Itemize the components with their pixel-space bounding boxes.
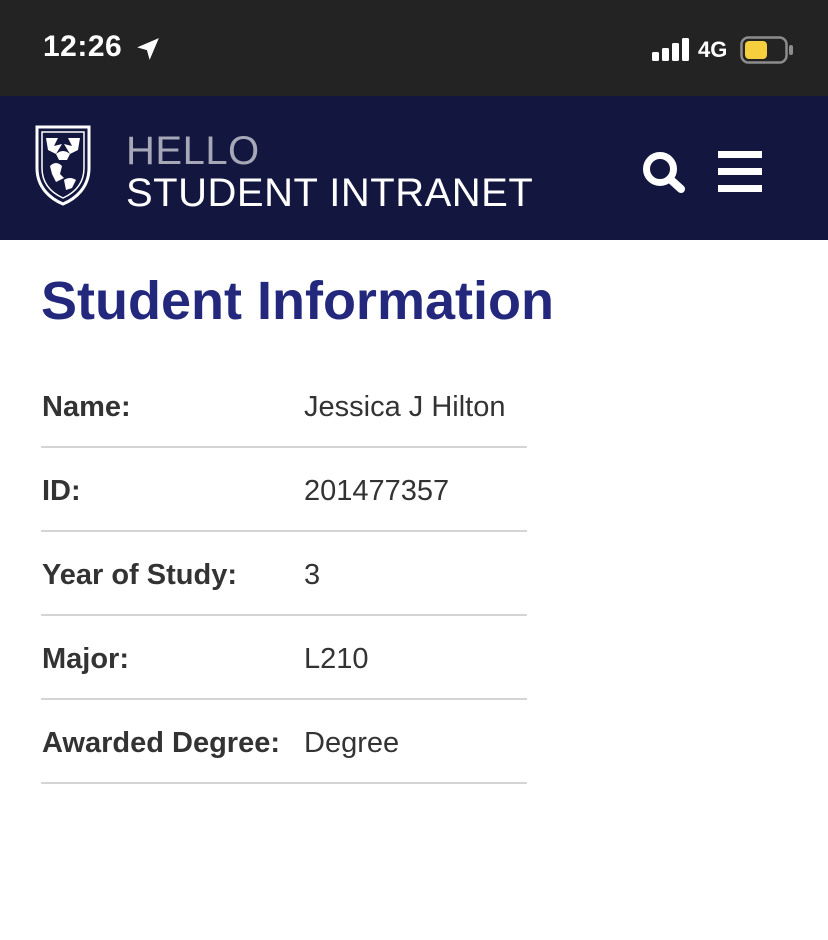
page-title: Student Information xyxy=(41,271,554,331)
student-info-table: Name: Jessica J Hilton ID: 201477357 Yea… xyxy=(41,364,527,784)
crest-icon[interactable] xyxy=(34,124,92,206)
info-row-major: Major: L210 xyxy=(41,616,527,700)
info-value: L210 xyxy=(304,643,369,675)
menu-icon[interactable] xyxy=(718,151,762,193)
battery-icon xyxy=(740,36,793,64)
info-label: Awarded Degree: xyxy=(42,727,280,759)
info-row-id: ID: 201477357 xyxy=(41,448,527,532)
info-row-name: Name: Jessica J Hilton xyxy=(41,364,527,448)
info-label: Name: xyxy=(42,391,131,423)
info-value: Degree xyxy=(304,727,400,759)
header-hello: HELLO xyxy=(126,129,260,173)
info-row-year-of-study: Year of Study: 3 xyxy=(41,532,527,616)
info-value: 3 xyxy=(304,559,321,591)
info-label: ID: xyxy=(42,475,81,507)
status-bar: 12:26 4G xyxy=(0,0,828,96)
info-row-awarded-degree: Awarded Degree: Degree xyxy=(41,700,527,784)
status-time: 12:26 xyxy=(43,30,123,63)
info-label: Year of Study: xyxy=(42,559,237,591)
header-title: STUDENT INTRANET xyxy=(126,171,534,215)
info-label: Major: xyxy=(42,643,129,675)
location-arrow-icon xyxy=(137,38,159,60)
info-value: Jessica J Hilton xyxy=(304,391,506,423)
site-header: HELLO STUDENT INTRANET xyxy=(0,96,828,240)
info-value: 201477357 xyxy=(304,475,450,507)
signal-bars-icon xyxy=(652,38,689,61)
search-icon[interactable] xyxy=(641,150,687,194)
network-label: 4G xyxy=(698,37,728,62)
